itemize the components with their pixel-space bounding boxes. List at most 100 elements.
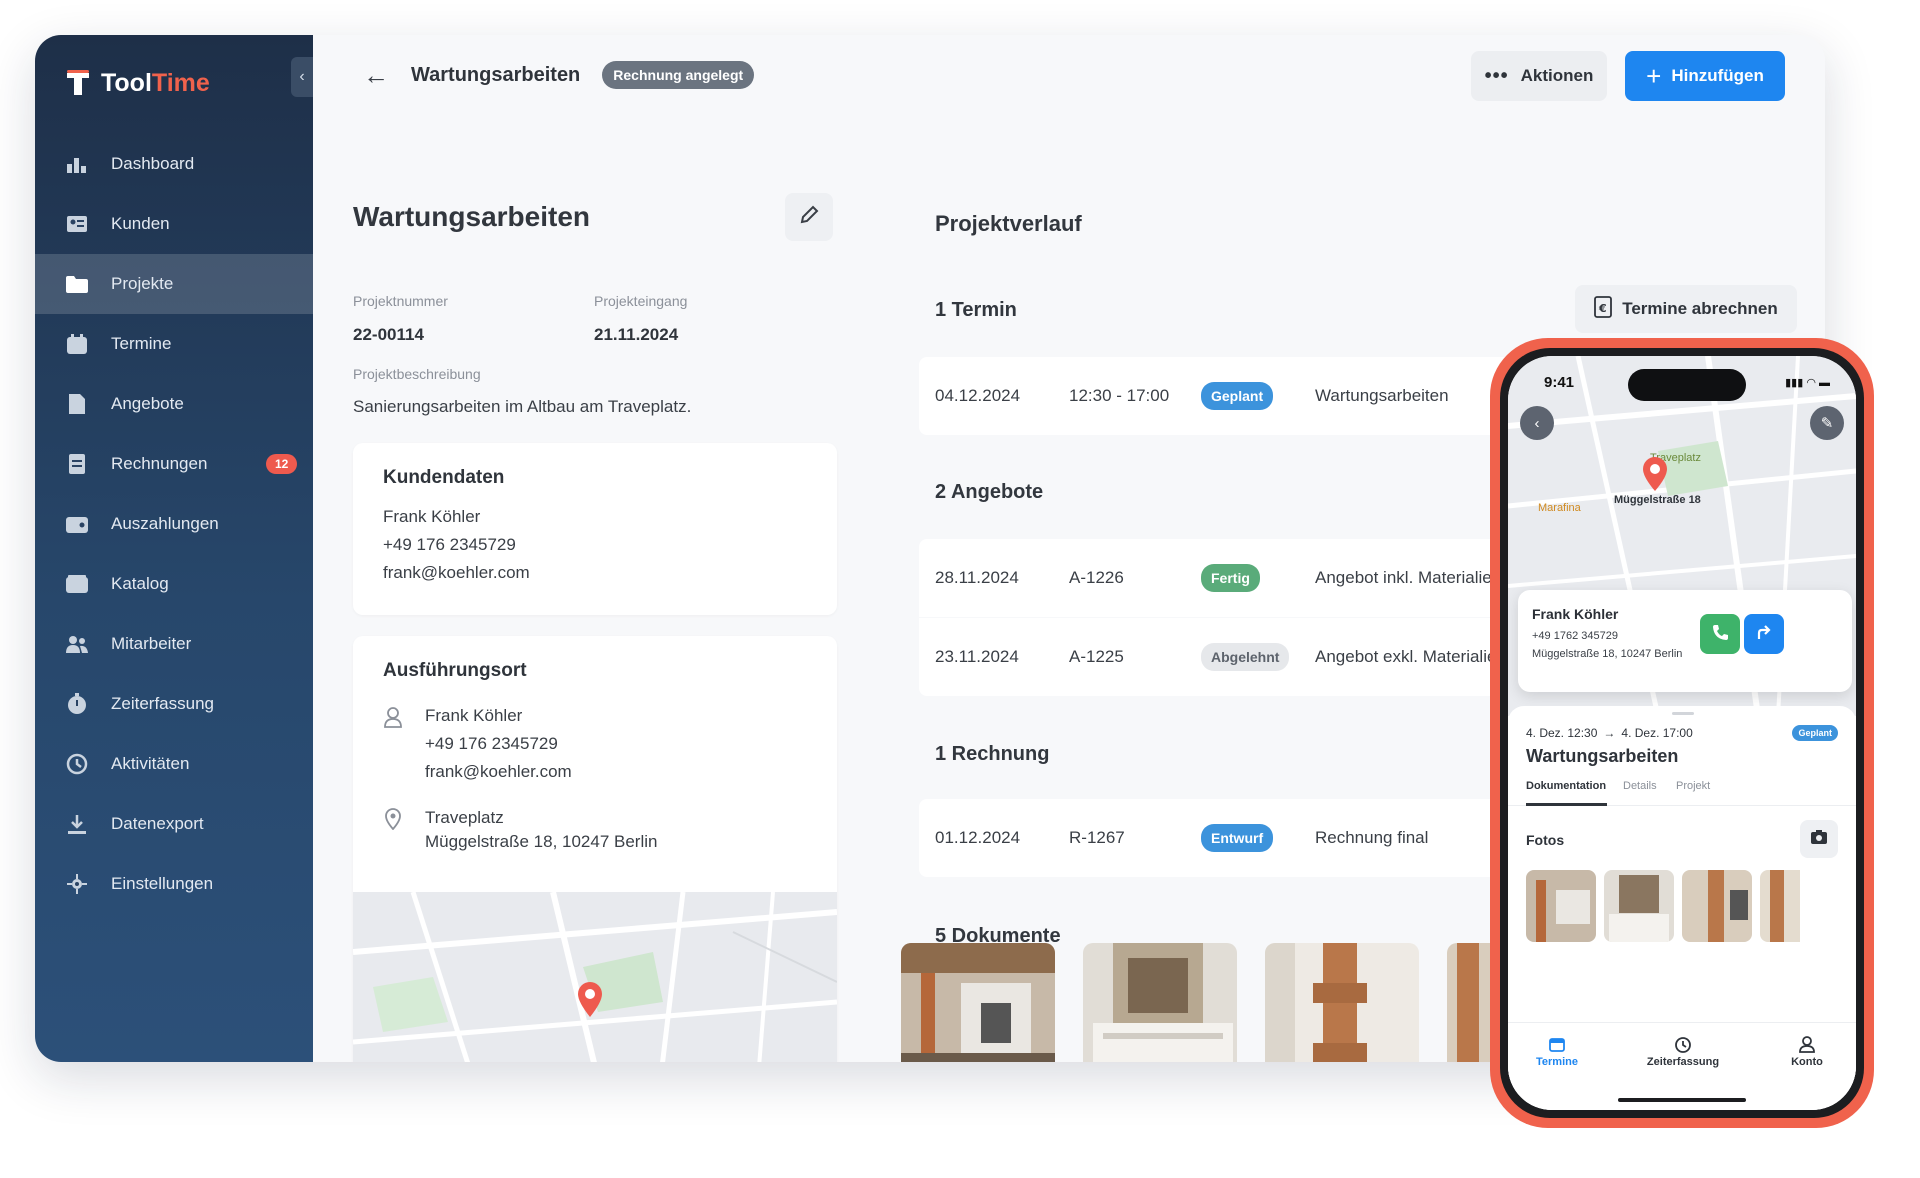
phone-photo[interactable] (1604, 870, 1674, 942)
location-contact-email-link[interactable]: frank@koehler.com (425, 758, 572, 786)
map-edit-button[interactable]: ✎ (1810, 406, 1844, 440)
sidebar-item-label: Auszahlungen (111, 514, 219, 533)
folder-icon (65, 272, 89, 296)
add-photo-button[interactable] (1800, 820, 1838, 858)
add-label: Hinzufügen (1671, 66, 1764, 85)
sidebar-item-projekte[interactable]: Projekte (35, 254, 313, 314)
sidebar-item-katalog[interactable]: Katalog (35, 554, 313, 614)
chevron-left-icon: ‹ (299, 68, 305, 85)
sidebar-item-zeiterfassung[interactable]: Zeiterfassung (35, 674, 313, 734)
actions-button[interactable]: ••• Aktionen (1471, 51, 1607, 101)
map-label-poi: Marafina (1538, 502, 1581, 514)
calendar-icon (65, 332, 89, 356)
customer-name-link[interactable]: Frank Köhler (383, 503, 807, 531)
sidebar-item-datenexport[interactable]: Datenexport (35, 794, 313, 854)
history-heading: Projektverlauf (935, 211, 1082, 236)
unread-count-badge: 12 (266, 454, 298, 474)
sidebar-item-label: Mitarbeiter (111, 634, 192, 653)
map-back-button[interactable]: ‹ (1520, 406, 1554, 440)
sidebar-item-label: Einstellungen (111, 874, 214, 893)
sidebar-item-label: Zeiterfassung (111, 694, 214, 713)
map-marker-icon[interactable] (575, 980, 605, 1023)
tooltime-logo-icon (65, 69, 91, 97)
tab-details[interactable]: Details (1623, 780, 1657, 792)
sidebar-item-aktivitaeten[interactable]: Aktivitäten (35, 734, 313, 794)
collapse-sidebar-button[interactable]: ‹ (291, 57, 313, 97)
call-button[interactable] (1700, 614, 1740, 654)
add-button[interactable]: + Hinzufügen (1625, 51, 1785, 101)
bill-appointments-button[interactable]: € Termine abrechnen (1575, 285, 1797, 333)
document-photo[interactable] (901, 943, 1055, 1062)
sidebar-item-dashboard[interactable]: Dashboard (35, 134, 313, 194)
tabbar-zeiterfassung[interactable]: Zeiterfassung (1628, 1035, 1738, 1068)
arrow-right-icon: → (1603, 726, 1616, 740)
invoice-status-badge: Entwurf (1201, 824, 1274, 852)
offer-number: A-1225 (1069, 647, 1124, 666)
sidebar-item-angebote[interactable]: Angebote (35, 374, 313, 434)
document-photo[interactable] (1083, 943, 1237, 1062)
document-icon (65, 392, 89, 416)
navigate-button[interactable] (1744, 614, 1784, 654)
download-icon (65, 812, 89, 836)
range-start: 4. Dez. 12:30 (1526, 726, 1598, 740)
camera-icon (1810, 829, 1828, 850)
offer-number: A-1226 (1069, 568, 1124, 587)
phone-tab-bar: Termine Zeiterfassung Konto (1508, 1022, 1856, 1110)
sidebar-item-auszahlungen[interactable]: Auszahlungen (35, 494, 313, 554)
employees-icon (65, 632, 89, 656)
home-indicator (1618, 1098, 1746, 1102)
person-icon (383, 706, 403, 733)
sidebar-item-rechnungen[interactable]: Rechnungen 12 (35, 434, 313, 494)
tabbar-konto[interactable]: Konto (1752, 1035, 1856, 1068)
invoice-number: R-1267 (1069, 828, 1125, 847)
status-bar-signal-icons: ▮▮▮ ◠ ▬ (1785, 377, 1830, 389)
location-address-link[interactable]: Müggelstraße 18, 10247 Berlin (425, 828, 657, 856)
tab-projekt[interactable]: Projekt (1676, 780, 1710, 792)
offers-heading: 2 Angebote (935, 481, 1044, 503)
project-received-date: 21.11.2024 (594, 325, 679, 344)
appointment-title: Wartungsarbeiten (1315, 386, 1449, 405)
document-photo[interactable] (1265, 943, 1419, 1062)
phone-photo[interactable] (1760, 870, 1800, 942)
offer-status-badge: Fertig (1201, 564, 1260, 592)
appointment-date: 04.12.2024 (935, 386, 1021, 405)
location-map[interactable] (353, 891, 837, 1062)
edit-project-button[interactable] (785, 193, 833, 241)
actions-label: Aktionen (1520, 66, 1594, 85)
tabbar-termine[interactable]: Termine (1508, 1035, 1612, 1068)
phone-photo[interactable] (1526, 870, 1596, 942)
page-title: Wartungsarbeiten (411, 63, 581, 86)
phone-photo[interactable] (1682, 870, 1752, 942)
offer-title: Angebot exkl. Materialien (1315, 647, 1506, 666)
project-number-label: Projektnummer (353, 293, 448, 309)
sidebar-item-label: Rechnungen (111, 454, 208, 473)
directions-arrow-icon (1755, 623, 1773, 646)
sidebar-item-label: Projekte (111, 274, 174, 293)
sidebar-item-kunden[interactable]: Kunden (35, 194, 313, 254)
sidebar-item-einstellungen[interactable]: Einstellungen (35, 854, 313, 914)
brand-logo[interactable]: ToolTime (65, 63, 210, 103)
sidebar-item-label: Katalog (111, 574, 169, 593)
location-pin-icon (384, 808, 402, 835)
stopwatch-icon (1628, 1035, 1738, 1056)
person-icon (1752, 1035, 1856, 1056)
project-status-badge: Rechnung angelegt (602, 61, 755, 89)
project-description-label: Projektbeschreibung (353, 366, 481, 382)
phone-screen: Traveplatz Müggelstraße 18 Marafina 9:41… (1508, 356, 1856, 1110)
customer-email-link[interactable]: frank@koehler.com (383, 559, 807, 587)
svg-text:€: € (1598, 302, 1607, 315)
sheet-drag-handle[interactable] (1672, 712, 1694, 715)
customers-icon (65, 212, 89, 236)
sidebar-item-label: Kunden (111, 214, 170, 233)
sidebar-item-termine[interactable]: Termine (35, 314, 313, 374)
appointment-time: 12:30 - 17:00 (1069, 386, 1170, 405)
back-arrow-icon[interactable]: ← (363, 60, 389, 91)
location-heading: Ausführungsort (383, 660, 527, 681)
project-details-panel: Wartungsarbeiten Projektnummer 22-00114 … (313, 115, 873, 1062)
sidebar-item-mitarbeiter[interactable]: Mitarbeiter (35, 614, 313, 674)
sidebar-item-label: Angebote (111, 394, 184, 413)
phone-contact-phone: +49 1762 345729 (1532, 630, 1618, 642)
map-marker-icon[interactable] (1641, 456, 1669, 497)
tab-dokumentation[interactable]: Dokumentation (1526, 780, 1606, 792)
offer-title: Angebot inkl. Materialien (1315, 568, 1502, 587)
